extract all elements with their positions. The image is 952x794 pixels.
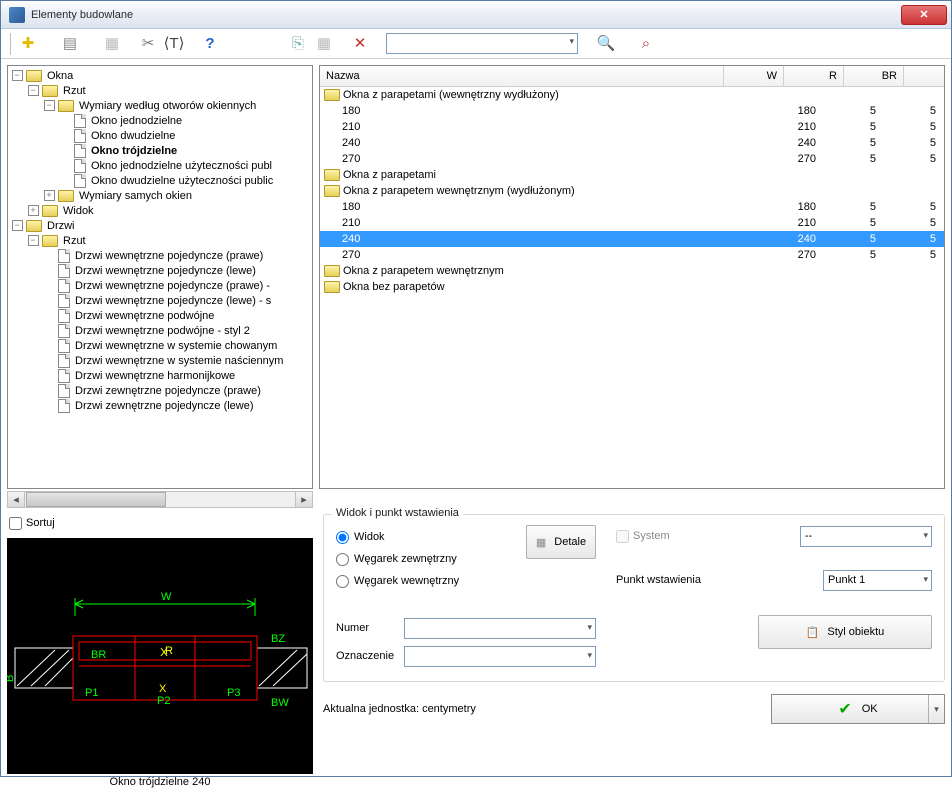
tree-item[interactable]: Widok — [8, 203, 312, 218]
col-br[interactable]: BR — [844, 66, 904, 86]
oznaczenie-combo[interactable] — [404, 646, 596, 667]
list-view[interactable]: Nazwa W R BR Okna z parapetami (wewnętrz… — [319, 65, 945, 489]
tree-item[interactable]: Drzwi wewnętrzne pojedyncze (prawe) - — [8, 278, 312, 293]
find-next-icon[interactable]: ⌕ — [634, 32, 658, 56]
tree-item[interactable]: Wymiary samych okien — [8, 188, 312, 203]
list-item[interactable]: 18018055 — [320, 103, 944, 119]
list-item[interactable]: 21021055 — [320, 119, 944, 135]
col-name[interactable]: Nazwa — [320, 66, 724, 86]
tree-item[interactable]: Rzut — [8, 233, 312, 248]
system-checkbox — [616, 530, 629, 543]
list-group[interactable]: Okna z parapetami — [320, 167, 944, 183]
ok-button[interactable]: ✔OK ▾ — [771, 694, 945, 724]
close-button[interactable]: ✕ — [901, 5, 947, 25]
tree-item[interactable]: Okno dwudzielne użyteczności public — [8, 173, 312, 188]
list-group[interactable]: Okna z parapetem wewnętrznym (wydłużonym… — [320, 183, 944, 199]
toolbar: ✚ ▤ ▦ ✂ ⟨T⟩ ? ⎘ ▦ ✕ 🔍 ⌕ — [1, 29, 951, 59]
sort-label: Sortuj — [26, 517, 55, 529]
svg-text:BR: BR — [91, 649, 106, 661]
radio-wew[interactable] — [336, 575, 349, 588]
preview-caption: Okno trójdzielne 240 — [7, 776, 313, 788]
punkt-combo[interactable]: Punkt 1 — [823, 570, 932, 591]
titlebar: Elementy budowlane ✕ — [1, 1, 951, 29]
detale-button[interactable]: ▦Detale — [526, 525, 596, 559]
paste-icon[interactable]: ▦ — [312, 32, 336, 56]
sort-checkbox[interactable] — [9, 517, 22, 530]
tree-item[interactable]: Okno jednodzielne użyteczności publ — [8, 158, 312, 173]
svg-text:BZ: BZ — [271, 633, 285, 645]
tree-item[interactable]: Drzwi wewnętrzne w systemie chowanym — [8, 338, 312, 353]
styl-button[interactable]: 📋Styl obiektu — [758, 615, 932, 649]
search-input[interactable] — [386, 33, 578, 54]
copy-icon[interactable]: ⎘ — [286, 32, 310, 56]
tree-item[interactable]: Drzwi wewnętrzne pojedyncze (lewe) - s — [8, 293, 312, 308]
tree-item[interactable]: Okno trójdzielne — [8, 143, 312, 158]
tree-item[interactable]: Drzwi zewnętrzne pojedyncze (prawe) — [8, 383, 312, 398]
tree-item[interactable]: Drzwi zewnętrzne pojedyncze (lewe) — [8, 398, 312, 413]
list-header: Nazwa W R BR — [320, 66, 944, 87]
tools-icon[interactable]: ✂ — [136, 32, 160, 56]
svg-text:P2: P2 — [157, 695, 170, 707]
list-group[interactable]: Okna z parapetem wewnętrznym — [320, 263, 944, 279]
list-icon[interactable]: ▦ — [100, 32, 124, 56]
list-item[interactable]: 27027055 — [320, 151, 944, 167]
svg-text:B: B — [7, 675, 16, 682]
text-icon[interactable]: ⟨T⟩ — [162, 32, 186, 56]
list-item[interactable]: 27027055 — [320, 247, 944, 263]
tree-item[interactable]: Wymiary według otworów okiennych — [8, 98, 312, 113]
list-item[interactable]: 24024055 — [320, 135, 944, 151]
col-w[interactable]: W — [724, 66, 784, 86]
help-icon[interactable]: ? — [198, 32, 222, 56]
tree-item[interactable]: Drzwi wewnętrzne pojedyncze (prawe) — [8, 248, 312, 263]
radio-widok[interactable] — [336, 531, 349, 544]
radio-zew[interactable] — [336, 553, 349, 566]
numer-combo[interactable] — [404, 618, 596, 639]
app-icon — [9, 7, 25, 23]
col-r[interactable]: R — [784, 66, 844, 86]
tree-item[interactable]: Drzwi wewnętrzne harmonijkowe — [8, 368, 312, 383]
tree-item[interactable]: Drzwi — [8, 218, 312, 233]
window-title: Elementy budowlane — [31, 9, 901, 21]
preview-canvas: W B BR R — [7, 538, 313, 774]
tree-item[interactable]: Drzwi wewnętrzne w systemie naściennym — [8, 353, 312, 368]
list-item[interactable]: 21021055 — [320, 215, 944, 231]
insertion-fieldset: Widok i punkt wstawienia Widok Węgarek z… — [323, 514, 945, 682]
unit-label: Aktualna jednostka: centymetry — [323, 703, 476, 715]
list-group[interactable]: Okna z parapetami (wewnętrzny wydłużony) — [320, 87, 944, 103]
tree-hscrollbar[interactable]: ◂▸ — [7, 491, 313, 508]
svg-text:W: W — [161, 591, 172, 603]
svg-text:P3: P3 — [227, 687, 240, 699]
list-group[interactable]: Okna bez parapetów — [320, 279, 944, 295]
svg-text:X: X — [159, 683, 167, 695]
svg-text:P1: P1 — [85, 687, 98, 699]
list-item[interactable]: 18018055 — [320, 199, 944, 215]
tree-item[interactable]: Drzwi wewnętrzne pojedyncze (lewe) — [8, 263, 312, 278]
search-icon[interactable]: 🔍 — [594, 32, 618, 56]
svg-text:BW: BW — [271, 697, 289, 709]
tree-item[interactable]: Drzwi wewnętrzne podwójne — [8, 308, 312, 323]
tree-view[interactable]: OknaRzutWymiary według otworów okiennych… — [7, 65, 313, 489]
tree-item[interactable]: Drzwi wewnętrzne podwójne - styl 2 — [8, 323, 312, 338]
system-combo[interactable]: -- — [800, 526, 932, 547]
new-icon[interactable]: ✚ — [16, 32, 40, 56]
tree-item[interactable]: Okna — [8, 68, 312, 83]
tree-item[interactable]: Okno jednodzielne — [8, 113, 312, 128]
ok-dropdown[interactable]: ▾ — [928, 695, 944, 723]
tree-item[interactable]: Rzut — [8, 83, 312, 98]
delete-icon[interactable]: ✕ — [348, 32, 372, 56]
list-item[interactable]: 24024055 — [320, 231, 944, 247]
tree-item[interactable]: Okno dwudzielne — [8, 128, 312, 143]
props-icon[interactable]: ▤ — [58, 32, 82, 56]
